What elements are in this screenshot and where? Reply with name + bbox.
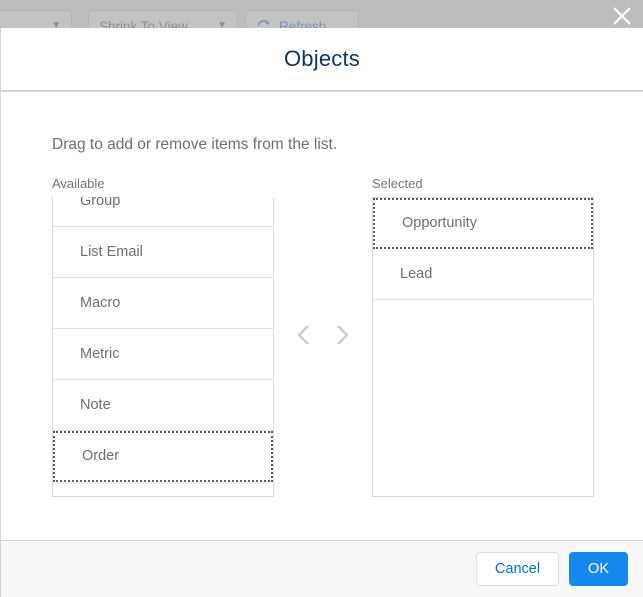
close-icon[interactable]	[608, 2, 636, 30]
available-item-label: Group	[80, 196, 121, 209]
available-column: Available Group List Email Macro Metric Note…	[52, 176, 274, 497]
available-item-label: Metric	[80, 345, 120, 362]
move-left-button[interactable]	[290, 322, 316, 348]
available-item[interactable]: Metric	[53, 328, 273, 380]
available-listbox[interactable]: Group List Email Macro Metric Note Order	[52, 196, 274, 497]
cancel-button[interactable]: Cancel	[475, 552, 560, 586]
chevron-left-icon	[290, 326, 316, 351]
selected-item-label: Opportunity	[402, 215, 477, 232]
available-item[interactable]: Group	[53, 196, 273, 227]
selected-item-label: Lead	[400, 265, 433, 282]
move-buttons-group	[290, 322, 356, 348]
modal-body: Drag to add or remove items from the lis…	[1, 92, 643, 539]
available-item[interactable]: Order	[53, 430, 273, 482]
available-item[interactable]: List Email	[53, 226, 273, 278]
available-list-label: Available	[52, 176, 105, 191]
selected-listbox[interactable]: Opportunity Lead	[372, 196, 594, 497]
ok-button[interactable]: OK	[569, 552, 628, 586]
available-item-label: Order	[82, 448, 120, 465]
modal-footer: Cancel OK	[1, 540, 643, 597]
selected-item[interactable]: Lead	[373, 248, 593, 300]
available-item-label: Macro	[80, 294, 121, 311]
available-item-label: Note	[80, 396, 111, 413]
available-item[interactable]: Macro	[53, 277, 273, 329]
chevron-right-icon	[330, 326, 356, 351]
available-item-label: List Email	[80, 243, 143, 260]
modal-header: Objects	[1, 28, 643, 92]
objects-modal: Objects Drag to add or remove items from…	[0, 28, 643, 597]
instructions-text: Drag to add or remove items from the lis…	[52, 136, 338, 153]
dueling-picklist: Available Group List Email Macro Metric Note…	[1, 176, 643, 506]
selected-column: Selected Opportunity Lead	[372, 176, 594, 497]
move-right-button[interactable]	[330, 322, 356, 348]
page-title: Objects	[284, 46, 360, 71]
selected-item[interactable]: Opportunity	[373, 197, 593, 249]
available-item[interactable]: Note	[53, 379, 273, 431]
selected-list-label: Selected	[372, 176, 423, 191]
